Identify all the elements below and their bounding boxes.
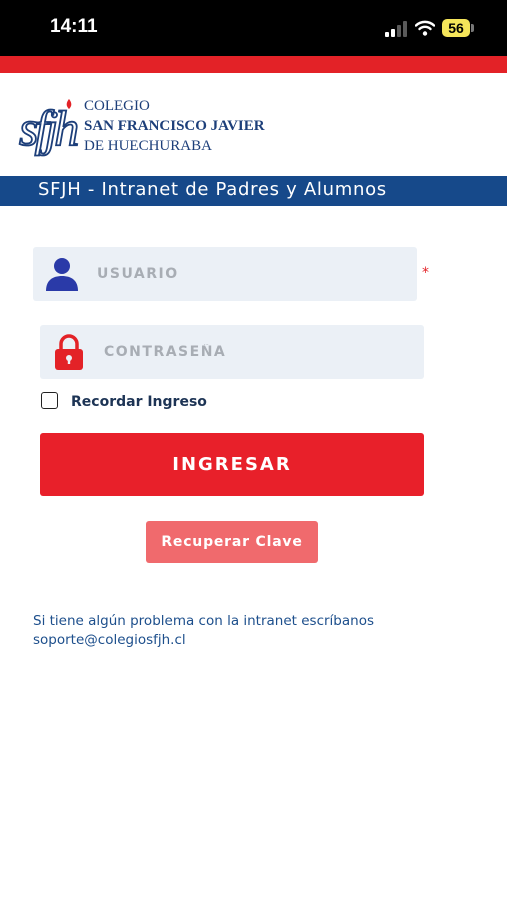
- red-accent-stripe: [0, 56, 507, 73]
- status-time: 14:11: [50, 16, 98, 37]
- login-button[interactable]: INGRESAR: [40, 433, 424, 496]
- portal-title: SFJH - Intranet de Padres y Alumnos: [38, 179, 387, 200]
- support-message: Si tiene algún problema con la intranet …: [33, 612, 473, 650]
- cellular-signal-icon: [385, 21, 407, 37]
- password-input[interactable]: [104, 325, 404, 379]
- school-logo: sfjh: [18, 99, 81, 157]
- portal-title-bar: SFJH - Intranet de Padres y Alumnos: [0, 176, 507, 206]
- remember-label[interactable]: Recordar Ingreso: [71, 394, 207, 410]
- required-indicator: *: [422, 265, 429, 281]
- battery-icon: 56: [442, 19, 470, 37]
- username-field[interactable]: [33, 247, 417, 301]
- password-field[interactable]: [40, 325, 424, 379]
- school-name-line3: DE HUECHURABA: [84, 138, 212, 154]
- school-header: sfjh COLEGIO SAN FRANCISCO JAVIER DE HUE…: [0, 73, 507, 176]
- school-name-line2: SAN FRANCISCO JAVIER: [84, 118, 265, 134]
- remember-checkbox[interactable]: [41, 392, 58, 409]
- school-name-line1: COLEGIO: [84, 98, 150, 114]
- username-input[interactable]: [97, 247, 397, 301]
- recover-password-button[interactable]: Recuperar Clave: [146, 521, 318, 563]
- wifi-icon: [415, 20, 435, 36]
- user-icon: [46, 258, 78, 291]
- school-name: COLEGIO SAN FRANCISCO JAVIER DE HUECHURA…: [84, 96, 265, 156]
- lock-icon: [55, 334, 83, 370]
- battery-tip: [471, 24, 474, 32]
- status-bar: 14:11 56: [0, 0, 507, 56]
- support-email-link[interactable]: soporte@colegiosfjh.cl: [33, 631, 473, 650]
- support-message-text: Si tiene algún problema con la intranet …: [33, 613, 375, 629]
